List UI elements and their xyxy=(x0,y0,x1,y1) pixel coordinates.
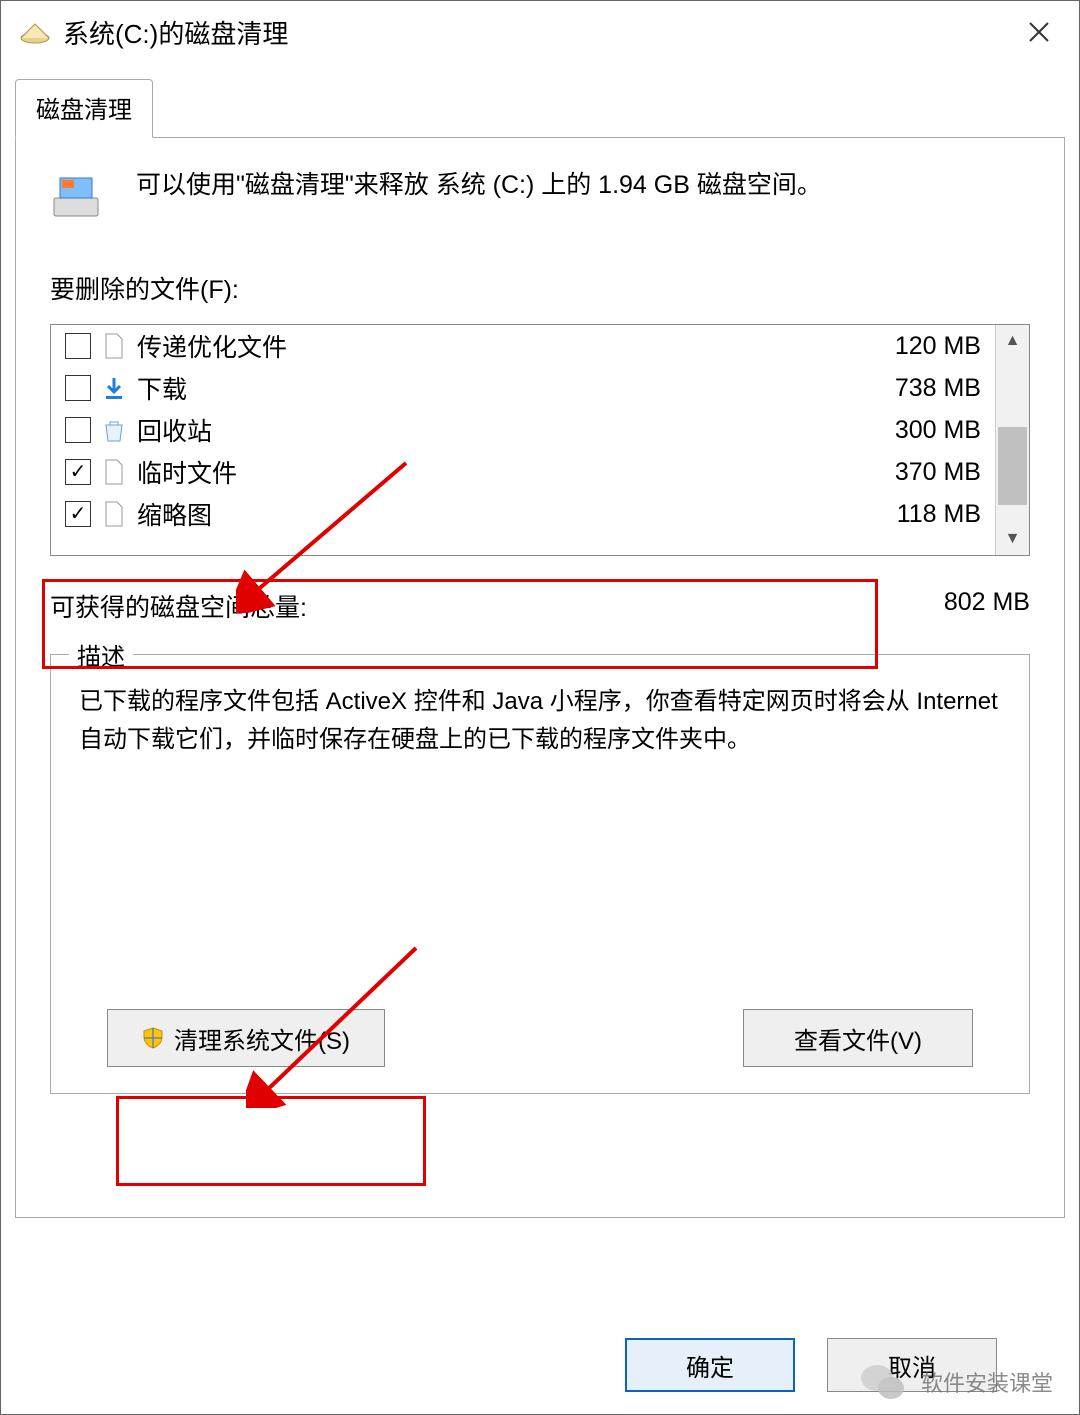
item-label: 下载 xyxy=(137,370,187,406)
checkbox[interactable] xyxy=(65,375,91,401)
scroll-up-icon[interactable]: ▲ xyxy=(1005,325,1021,357)
list-item[interactable]: 传递优化文件 120 MB xyxy=(51,325,995,367)
scrollbar[interactable]: ▲ ▼ xyxy=(995,325,1029,555)
checkbox[interactable] xyxy=(65,459,91,485)
checkbox[interactable] xyxy=(65,501,91,527)
download-icon xyxy=(101,373,127,403)
checkbox[interactable] xyxy=(65,417,91,443)
description-fieldset: 描述 已下载的程序文件包括 ActiveX 控件和 Java 小程序，你查看特定… xyxy=(50,654,1030,1094)
list-item[interactable]: 缩略图 118 MB xyxy=(51,493,995,535)
disk-cleanup-icon xyxy=(19,19,51,45)
titlebar: 系统(C:)的磁盘清理 xyxy=(1,1,1079,63)
item-size: 738 MB xyxy=(895,374,981,403)
tab-strip: 磁盘清理 xyxy=(15,79,1065,138)
shield-icon xyxy=(142,1027,164,1049)
button-label: 确定 xyxy=(686,1348,734,1383)
scroll-thumb[interactable] xyxy=(998,427,1027,505)
item-size: 120 MB xyxy=(895,332,981,361)
description-legend: 描述 xyxy=(69,637,133,672)
drive-icon xyxy=(50,170,102,222)
file-icon xyxy=(101,457,127,487)
watermark: 软件安装课堂 xyxy=(859,1362,1053,1402)
list-item[interactable]: 临时文件 370 MB xyxy=(51,451,995,493)
list-item[interactable]: 回收站 300 MB xyxy=(51,409,995,451)
checkbox[interactable] xyxy=(65,333,91,359)
recycle-icon xyxy=(101,415,127,445)
file-list: 传递优化文件 120 MB 下载 738 MB 回收站 300 MB xyxy=(50,324,1030,556)
button-label: 查看文件(V) xyxy=(794,1021,922,1056)
ok-button[interactable]: 确定 xyxy=(625,1338,795,1392)
scroll-down-icon[interactable]: ▼ xyxy=(1005,523,1021,555)
files-to-delete-label: 要删除的文件(F): xyxy=(50,270,1030,306)
item-label: 临时文件 xyxy=(137,454,237,490)
cleanup-system-files-button[interactable]: 清理系统文件(S) xyxy=(107,1009,385,1067)
description-text: 已下载的程序文件包括 ActiveX 控件和 Java 小程序，你查看特定网页时… xyxy=(79,683,1001,760)
item-size: 300 MB xyxy=(895,416,981,445)
item-size: 370 MB xyxy=(895,458,981,487)
annotation-highlight xyxy=(116,1096,426,1186)
item-label: 缩略图 xyxy=(137,496,212,532)
list-item[interactable]: 下载 738 MB xyxy=(51,367,995,409)
close-button[interactable] xyxy=(1009,9,1069,55)
item-label: 传递优化文件 xyxy=(137,328,287,364)
watermark-text: 软件安装课堂 xyxy=(921,1366,1053,1398)
tab-disk-cleanup[interactable]: 磁盘清理 xyxy=(15,79,153,138)
item-size: 118 MB xyxy=(897,500,981,529)
file-icon xyxy=(101,331,127,361)
tab-panel: 可以使用"磁盘清理"来释放 系统 (C:) 上的 1.94 GB 磁盘空间。 要… xyxy=(15,138,1065,1218)
view-files-button[interactable]: 查看文件(V) xyxy=(743,1009,973,1067)
wechat-icon xyxy=(859,1362,907,1402)
summary-text: 可以使用"磁盘清理"来释放 系统 (C:) 上的 1.94 GB 磁盘空间。 xyxy=(136,168,822,203)
gain-value: 802 MB xyxy=(944,588,1030,624)
gain-label: 可获得的磁盘空间总量: xyxy=(50,588,307,624)
window-title: 系统(C:)的磁盘清理 xyxy=(63,14,1009,51)
file-icon xyxy=(101,499,127,529)
item-label: 回收站 xyxy=(137,412,212,448)
button-label: 清理系统文件(S) xyxy=(174,1021,350,1056)
